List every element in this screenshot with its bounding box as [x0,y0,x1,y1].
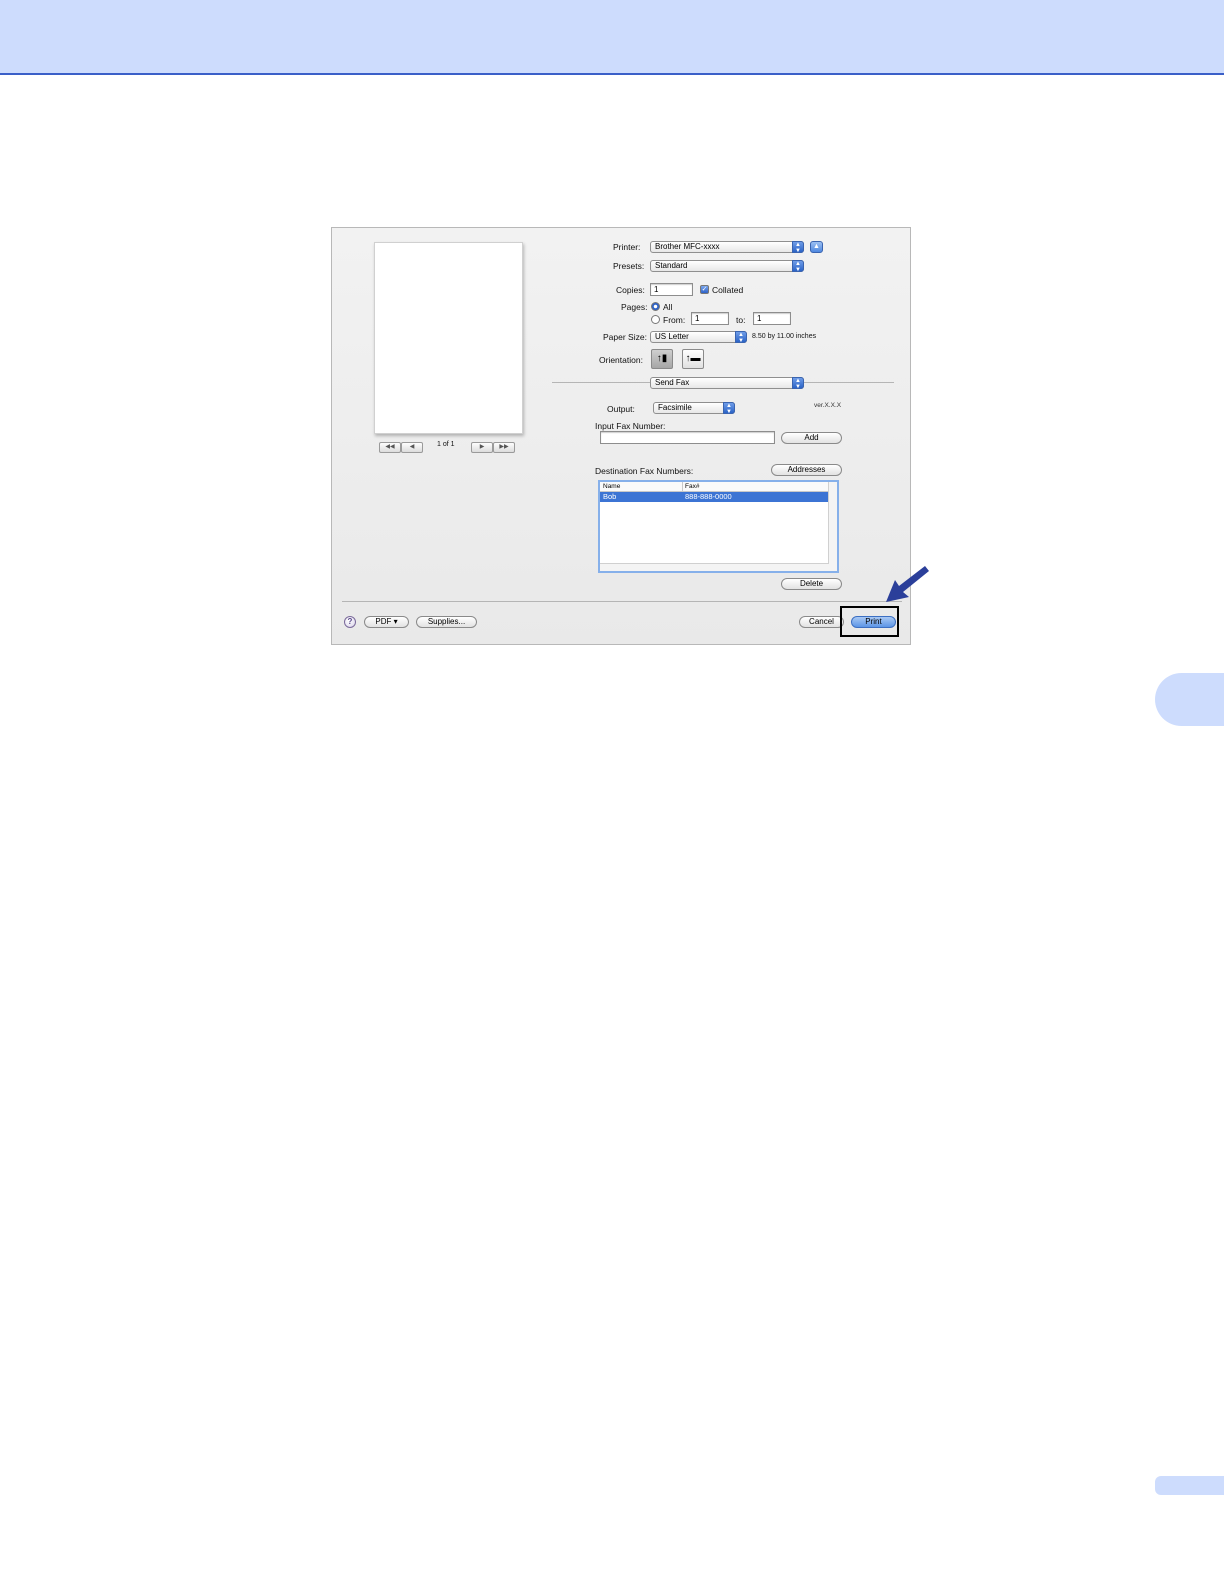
paper-size-value: US Letter [655,332,689,341]
input-fax-label: Input Fax Number: [595,421,666,431]
table-row[interactable]: Bob 888-888-0000 [600,492,829,502]
popup-arrows-icon: ▲ ▼ [723,402,735,415]
portrait-orientation-button[interactable]: ↑▮ [651,349,673,369]
destination-label: Destination Fax Numbers: [595,466,694,476]
paper-dimensions: 8.50 by 11.00 inches [752,333,817,340]
row-fax: 888-888-0000 [685,492,732,501]
chapter-tab [1155,673,1224,726]
destination-table: Name Fax# Bob 888-888-0000 [598,480,839,573]
footer-separator [342,601,902,602]
column-header-fax[interactable]: Fax# [682,482,699,491]
version-text: ver.X.X.X [814,402,842,409]
presets-popup[interactable]: Standard ▲ ▼ [650,260,804,273]
cancel-button[interactable]: Cancel [799,616,844,628]
last-page-button[interactable]: ▶▶ [493,442,515,453]
printer-popup[interactable]: Brother MFC-xxxx ▲ ▼ [650,241,804,254]
print-dialog: ◀◀ ◀ 1 of 1 ▶ ▶▶ Printer: Brother MFC-xx… [331,227,911,645]
supplies-button[interactable]: Supplies... [416,616,477,628]
delete-button[interactable]: Delete [781,578,842,590]
paper-size-label: Paper Size: [603,332,647,342]
pages-all-label: All [663,302,673,312]
disclosure-button[interactable]: ▲ [810,241,823,253]
column-header-name[interactable]: Name [603,482,620,491]
portrait-icon: ↑▮ [656,353,668,364]
add-button[interactable]: Add [781,432,842,444]
collated-checkbox[interactable]: ✓ [700,285,709,294]
pages-from-field[interactable]: 1 [691,312,729,325]
page-indicator: 1 of 1 [437,441,455,448]
paper-size-popup[interactable]: US Letter ▲ ▼ [650,331,747,344]
pages-from-label: From: [663,315,686,325]
top-banner [0,0,1224,75]
landscape-orientation-button[interactable]: ↑▬ [682,349,704,369]
popup-arrows-icon: ▲ ▼ [792,377,804,390]
collated-label: Collated [712,285,744,295]
popup-arrows-icon: ▲ ▼ [792,241,804,254]
output-value: Facsimile [658,403,692,412]
first-page-button[interactable]: ◀◀ [379,442,401,453]
pages-to-label: to: [736,315,746,325]
presets-value: Standard [655,261,688,270]
output-popup[interactable]: Facsimile ▲ ▼ [653,402,735,415]
printer-label: Printer: [613,242,641,252]
output-label: Output: [607,404,635,414]
section-popup[interactable]: Send Fax ▲ ▼ [650,377,804,390]
pages-label: Pages: [621,302,648,312]
pages-to-field[interactable]: 1 [753,312,791,325]
horizontal-scrollbar[interactable] [600,563,829,571]
page-number-tab [1155,1476,1224,1495]
next-page-button[interactable]: ▶ [471,442,493,453]
popup-arrows-icon: ▲ ▼ [735,331,747,344]
printer-value: Brother MFC-xxxx [655,242,720,251]
input-fax-field[interactable] [600,431,775,444]
presets-label: Presets: [613,261,645,271]
row-name: Bob [603,492,617,501]
orientation-label: Orientation: [599,355,643,365]
popup-arrows-icon: ▲ ▼ [792,260,804,273]
copies-label: Copies: [616,285,645,295]
previous-page-button[interactable]: ◀ [401,442,423,453]
pdf-button[interactable]: PDF ▾ [364,616,409,628]
callout-arrow-icon [886,566,929,602]
page-preview [374,242,523,434]
pages-all-radio[interactable] [651,302,660,311]
table-header: Name Fax# [600,482,829,492]
print-highlight-box [840,606,899,637]
addresses-button[interactable]: Addresses [771,464,842,476]
section-popup-value: Send Fax [655,378,690,387]
landscape-icon: ↑▬ [685,353,701,364]
pages-from-radio[interactable] [651,315,660,324]
copies-field[interactable]: 1 [650,283,693,296]
vertical-scrollbar[interactable] [828,482,837,571]
help-icon[interactable]: ? [344,616,356,628]
